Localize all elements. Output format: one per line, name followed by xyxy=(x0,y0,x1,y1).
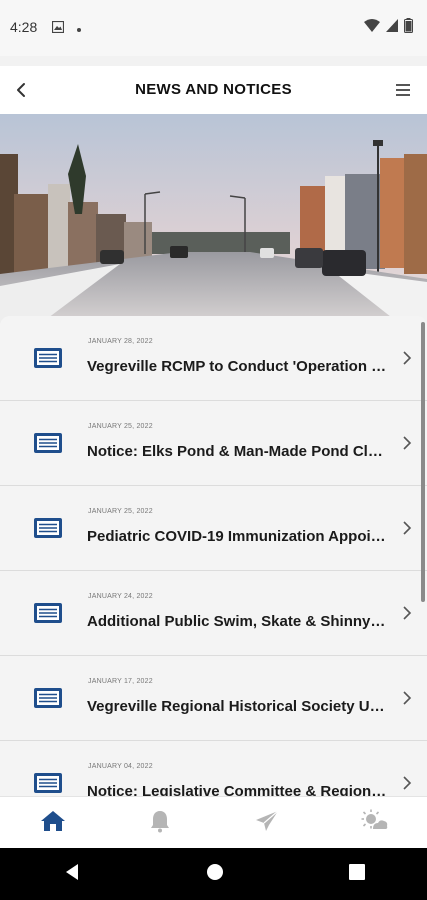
document-icon xyxy=(34,688,62,713)
news-item[interactable]: JANUARY 04, 2022 Notice: Legislative Com… xyxy=(0,741,427,796)
chevron-right-icon xyxy=(401,690,413,711)
news-headline: Notice: Elks Pond & Man-Made Pond Closed xyxy=(87,443,387,460)
battery-icon xyxy=(404,18,413,38)
news-headline: Vegreville RCMP to Conduct 'Operation To… xyxy=(87,358,387,375)
signal-icon xyxy=(386,19,398,37)
document-icon xyxy=(34,603,62,628)
tab-send[interactable] xyxy=(237,803,297,843)
news-date: JANUARY 24, 2022 xyxy=(88,593,153,600)
document-icon xyxy=(34,773,62,796)
news-headline: Pediatric COVID-19 Immunization Appointm… xyxy=(87,528,387,545)
news-item[interactable]: JANUARY 25, 2022 Notice: Elks Pond & Man… xyxy=(0,401,427,486)
news-headline: Additional Public Swim, Skate & Shinny T… xyxy=(87,613,387,630)
news-date: JANUARY 04, 2022 xyxy=(88,763,153,770)
nav-recents-icon[interactable] xyxy=(348,863,365,885)
status-time: 4:28 xyxy=(10,19,38,35)
weather-icon xyxy=(360,809,388,838)
scrollbar[interactable] xyxy=(421,322,425,602)
status-bar: 4:28 xyxy=(0,0,427,56)
news-date: JANUARY 17, 2022 xyxy=(88,678,153,685)
app-header: NEWS AND NOTICES xyxy=(0,66,427,114)
news-item[interactable]: JANUARY 28, 2022 Vegreville RCMP to Cond… xyxy=(0,316,427,401)
send-icon xyxy=(255,810,279,837)
news-item[interactable]: JANUARY 25, 2022 Pediatric COVID-19 Immu… xyxy=(0,486,427,571)
news-item[interactable]: JANUARY 17, 2022 Vegreville Regional His… xyxy=(0,656,427,741)
news-list: JANUARY 28, 2022 Vegreville RCMP to Cond… xyxy=(0,316,427,796)
chevron-right-icon xyxy=(401,605,413,626)
chevron-right-icon xyxy=(401,775,413,796)
news-date: JANUARY 28, 2022 xyxy=(88,338,153,345)
hamburger-menu-icon[interactable] xyxy=(391,78,415,102)
image-notification-icon xyxy=(51,20,65,38)
wifi-icon xyxy=(364,19,380,37)
news-headline: Notice: Legislative Committee & Regional… xyxy=(87,783,387,796)
news-date: JANUARY 25, 2022 xyxy=(88,508,153,515)
chevron-right-icon xyxy=(401,520,413,541)
document-icon xyxy=(34,433,62,458)
news-date: JANUARY 25, 2022 xyxy=(88,423,153,430)
bottom-tab-bar xyxy=(0,796,427,849)
nav-back-icon[interactable] xyxy=(63,863,81,886)
document-icon xyxy=(34,348,62,373)
tab-notifications[interactable] xyxy=(130,803,190,843)
hero-image xyxy=(0,114,427,324)
system-nav-bar xyxy=(0,848,427,900)
home-icon xyxy=(40,810,66,837)
news-headline: Vegreville Regional Historical Society U… xyxy=(87,698,387,715)
chevron-right-icon xyxy=(401,435,413,456)
bell-icon xyxy=(149,809,171,838)
page-title: NEWS AND NOTICES xyxy=(135,81,292,98)
news-item[interactable]: JANUARY 24, 2022 Additional Public Swim,… xyxy=(0,571,427,656)
chevron-right-icon xyxy=(401,350,413,371)
nav-home-icon[interactable] xyxy=(206,863,224,886)
tab-home[interactable] xyxy=(23,803,83,843)
document-icon xyxy=(34,518,62,543)
dot-notification-icon xyxy=(76,20,82,38)
tab-weather[interactable] xyxy=(344,803,404,843)
